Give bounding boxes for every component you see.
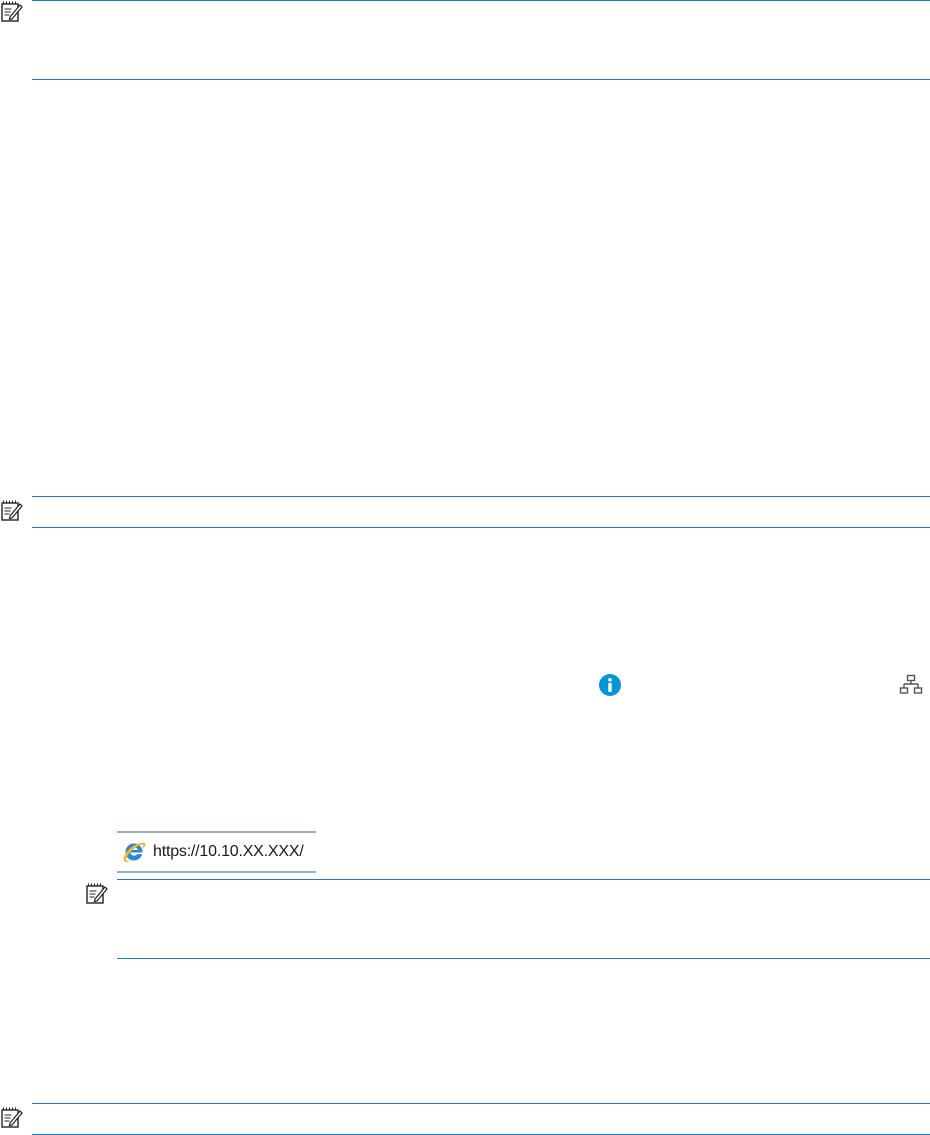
address-bar-url: https://10.10.XX.XXX/ [153, 843, 304, 860]
info-icon [598, 673, 622, 697]
note-icon [0, 1106, 24, 1130]
note-icon [0, 499, 24, 523]
note-top-rule [32, 496, 930, 497]
note-bottom-rule [32, 79, 930, 80]
note-top-rule [32, 1103, 930, 1104]
note-icon [85, 882, 109, 906]
network-icon [899, 673, 923, 697]
internet-explorer-icon [121, 839, 147, 865]
browser-address-bar[interactable]: https://10.10.XX.XXX/ [117, 831, 316, 873]
note-icon [0, 0, 24, 24]
note-top-rule [117, 879, 930, 880]
note-top-rule [32, 0, 930, 1]
note-bottom-rule [117, 958, 930, 959]
note-bottom-rule [32, 527, 930, 528]
